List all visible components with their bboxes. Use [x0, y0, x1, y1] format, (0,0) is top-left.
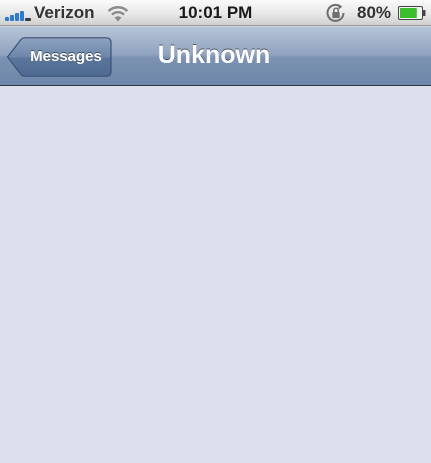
conversation-area[interactable]	[0, 86, 431, 463]
navigation-bar: Messages Unknown	[0, 26, 431, 86]
status-bar: Verizon 10:01 PM 80%	[0, 0, 431, 26]
rotation-lock-icon	[326, 3, 345, 22]
back-button-label: Messages	[30, 48, 102, 65]
battery-percentage: 80%	[357, 3, 392, 22]
battery-icon	[398, 6, 426, 20]
page-title: Unknown	[157, 41, 271, 69]
messages-back-button[interactable]: Messages	[6, 37, 112, 77]
messages-conversation-screen: Verizon 10:01 PM 80% Messages Unknown	[0, 0, 431, 463]
